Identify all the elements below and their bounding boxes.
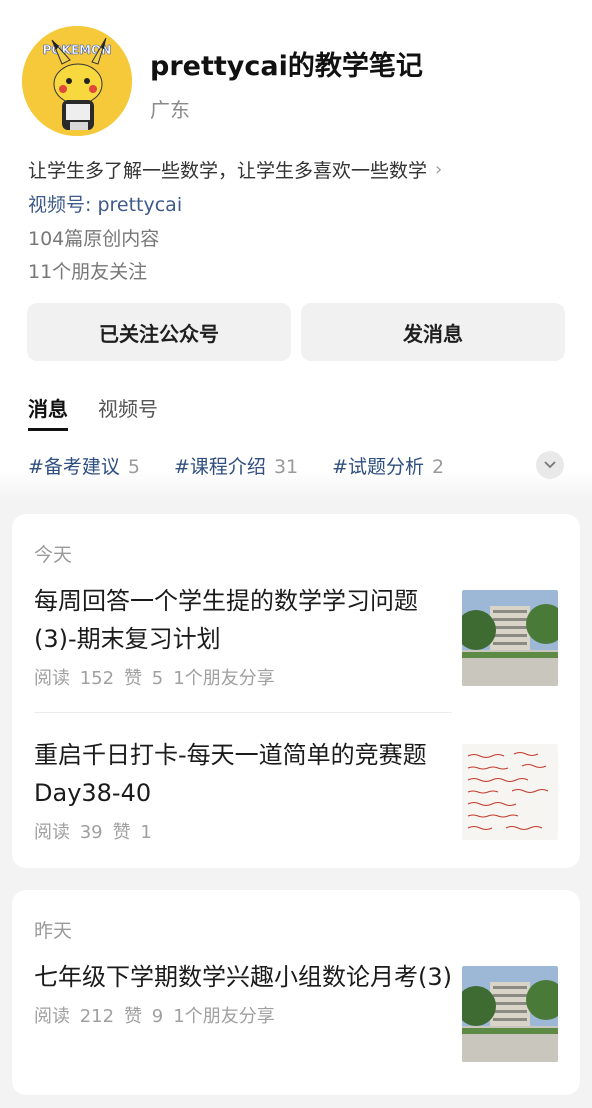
account-region: 广东 [150,98,190,122]
article-meta: 阅读 39 赞 1 [34,818,452,844]
building-photo [462,966,558,1062]
pikachu-avatar-image: POKEMON [22,26,132,136]
read-count: 阅读 152 [34,668,115,689]
friend-shares: 1个朋友分享 [173,1006,275,1027]
followed-button[interactable]: 已关注公众号 [27,303,291,361]
tab-video-channel[interactable]: 视频号 [98,393,158,431]
day-label: 今天 [34,544,73,566]
handwritten-notes-image [462,744,558,840]
expand-topics-button[interactable] [536,451,564,479]
tab-messages[interactable]: 消息 [28,393,68,431]
read-count: 阅读 39 [34,822,103,843]
article-title: 每周回答一个学生提的数学学习问题(3)-期末复习计划 [34,587,418,653]
content-tabs: 消息 视频号 [28,393,158,431]
topic-label: #试题分析 [332,456,425,478]
account-name: prettycai的教学笔记 [150,51,423,82]
topic-tags: #备考建议 5 #课程介绍 31 #试题分析 2 [28,452,444,479]
video-channel-link[interactable]: 视频号: prettycai [28,190,182,217]
article-item[interactable]: 每周回答一个学生提的数学学习问题(3)-期末复习计划 阅读 152 赞 5 1个朋友… [34,582,452,690]
like-count: 赞 5 [124,668,164,689]
feed-day-card: 昨天 七年级下学期数学兴趣小组数论月考(3) 阅读 212 赞 9 1个朋友分享 [12,890,580,1095]
chevron-right-icon: › [435,159,443,180]
divider [34,712,452,713]
article-title: 七年级下学期数学兴趣小组数论月考(3) [34,963,452,991]
topic-tag[interactable]: #试题分析 2 [332,452,444,479]
chevron-down-icon [544,461,556,469]
article-meta: 阅读 152 赞 5 1个朋友分享 [34,664,452,690]
friend-shares: 1个朋友分享 [173,668,275,689]
like-count: 赞 1 [112,822,152,843]
topic-tag[interactable]: #课程介绍 31 [174,452,298,479]
topic-count: 5 [127,456,141,478]
article-item[interactable]: 七年级下学期数学兴趣小组数论月考(3) 阅读 212 赞 9 1个朋友分享 [34,958,452,1028]
article-meta: 阅读 212 赞 9 1个朋友分享 [34,1002,452,1028]
send-message-button[interactable]: 发消息 [301,303,565,361]
bio-text: 让学生多了解一些数学，让学生多喜欢一些数学 [28,160,428,182]
topic-label: #课程介绍 [174,456,266,478]
article-thumbnail[interactable] [462,966,558,1062]
read-count: 阅读 212 [34,1006,115,1027]
like-count: 赞 9 [124,1006,164,1027]
topic-count: 31 [273,456,299,478]
topic-count: 2 [432,456,445,478]
building-photo [462,590,558,686]
account-bio[interactable]: 让学生多了解一些数学，让学生多喜欢一些数学 › [28,156,442,183]
friends-following-count[interactable]: 11个朋友关注 [28,257,147,284]
original-articles-count[interactable]: 104篇原创内容 [28,224,159,251]
topic-tag[interactable]: #备考建议 5 [28,452,140,479]
article-thumbnail[interactable] [462,744,558,840]
day-label: 昨天 [34,920,73,942]
profile-header: POKEMON prettycai的教学笔记 广东 让学生多了解一些数学，让学生… [0,0,592,500]
article-title: 重启千日打卡-每天一道简单的竞赛题Day38-40 [34,741,427,807]
topic-label: #备考建议 [28,456,120,478]
feed-day-card: 今天 每周回答一个学生提的数学学习问题(3)-期末复习计划 阅读 152 赞 5 1… [12,514,580,868]
article-thumbnail[interactable] [462,590,558,686]
article-item[interactable]: 重启千日打卡-每天一道简单的竞赛题Day38-40 阅读 39 赞 1 [34,736,452,844]
avatar[interactable]: POKEMON [22,26,132,136]
